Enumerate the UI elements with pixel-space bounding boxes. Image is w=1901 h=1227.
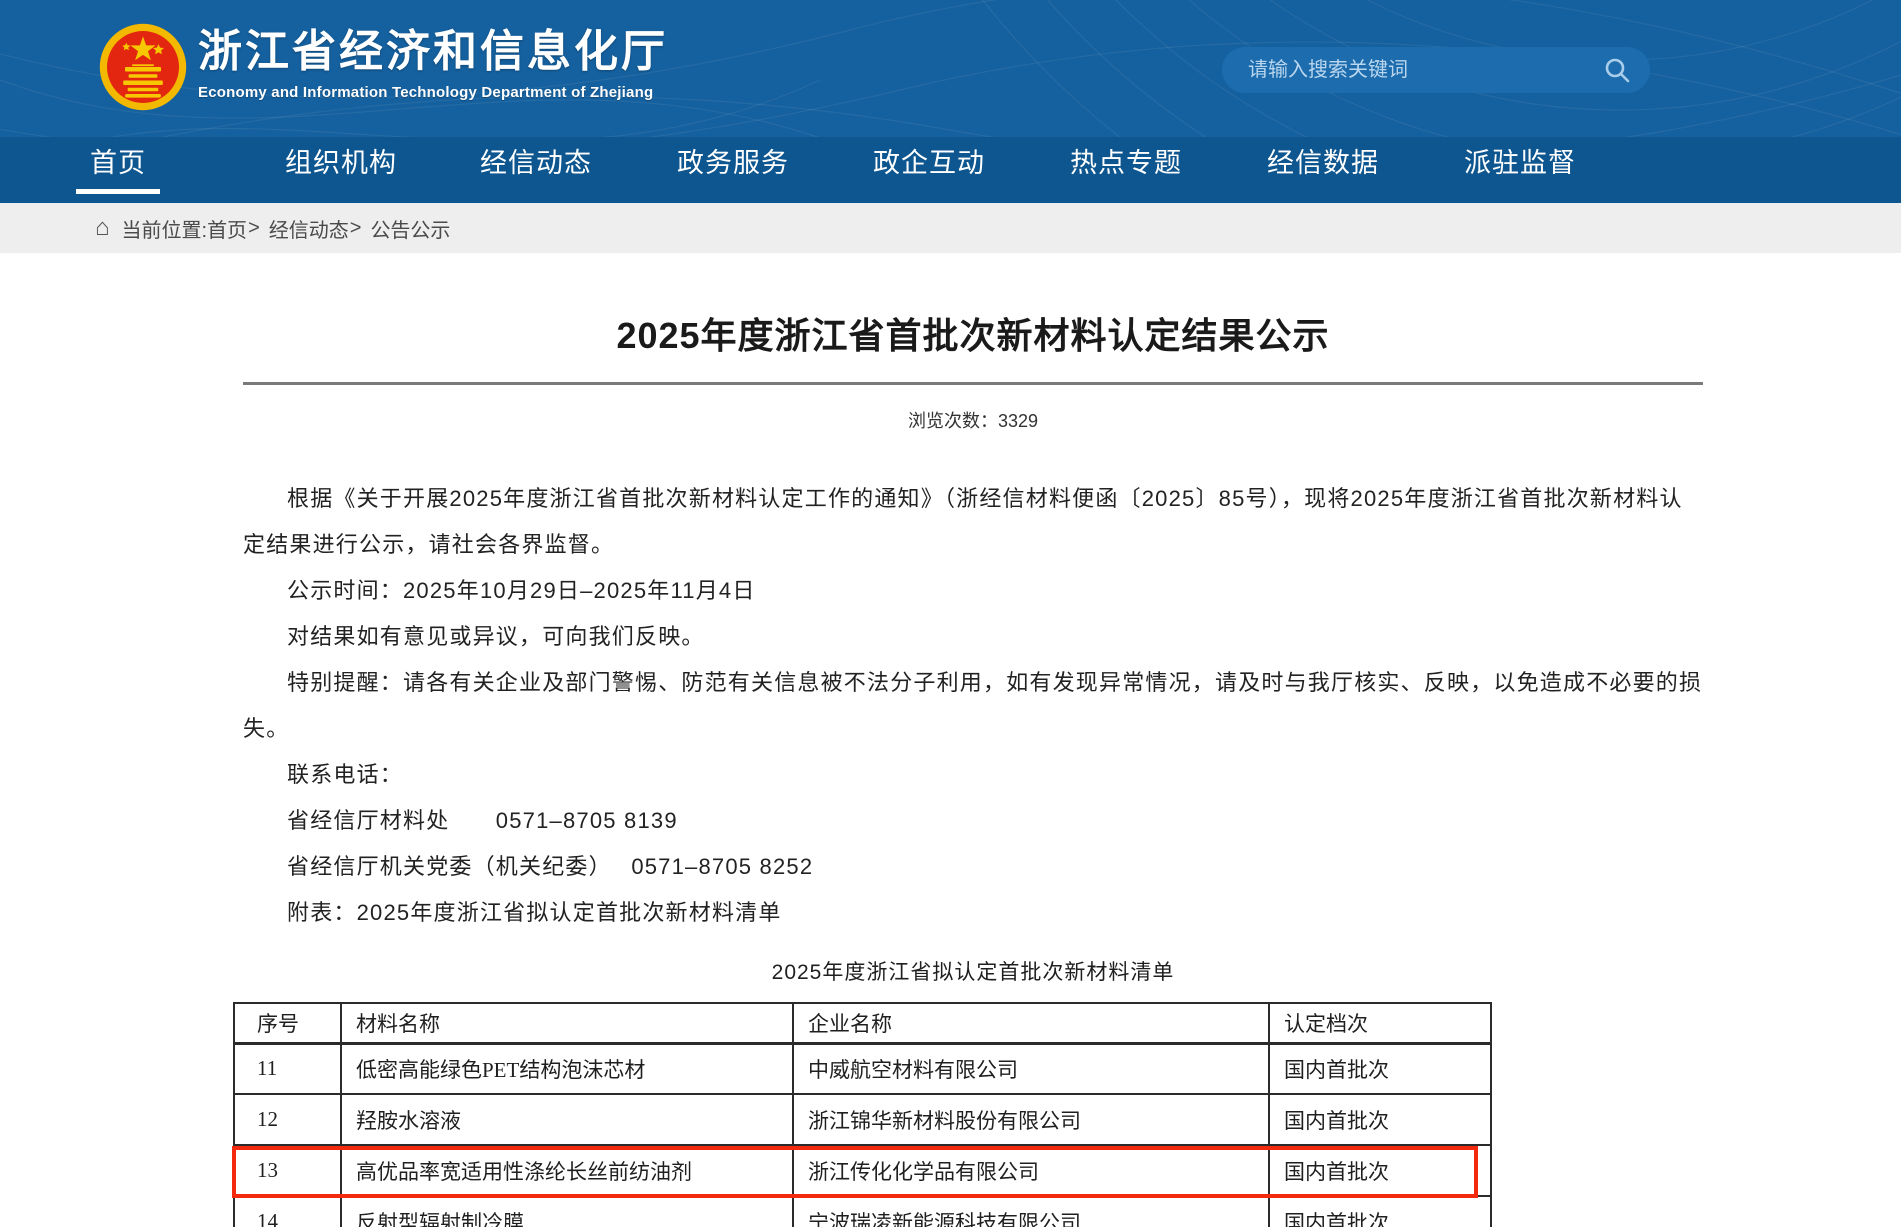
header-company: 企业名称 <box>793 1003 1269 1043</box>
article: 2025年度浙江省首批次新材料认定结果公示 浏览次数：3329 根据《关于开展2… <box>243 307 1703 1227</box>
nav-item-news[interactable]: 经信动态 <box>480 146 592 180</box>
nav-item-interaction[interactable]: 政企互动 <box>873 146 985 180</box>
search-icon[interactable] <box>1604 57 1630 83</box>
cell-company: 浙江锦华新材料股份有限公司 <box>793 1094 1269 1145</box>
breadcrumb-announcements[interactable]: 公告公示 <box>370 214 450 243</box>
national-emblem-logo <box>98 22 188 112</box>
cell-material: 高优品率宽适用性涤纶长丝前纺油剂 <box>341 1145 793 1196</box>
cell-company: 宁波瑞凌新能源科技有限公司 <box>793 1196 1269 1227</box>
table-header-row: 序号 材料名称 企业名称 认定档次 <box>234 1003 1491 1043</box>
site-banner: 浙江省经济和信息化厅 Economy and Information Techn… <box>0 0 1901 203</box>
cell-no: 12 <box>234 1094 341 1145</box>
breadcrumb-separator: > <box>350 217 362 240</box>
breadcrumb-separator: > <box>248 217 260 240</box>
site-header: 浙江省经济和信息化厅 Economy and Information Techn… <box>0 0 1901 137</box>
page: 浙江省经济和信息化厅 Economy and Information Techn… <box>0 0 1901 1227</box>
cell-no: 13 <box>234 1145 341 1196</box>
nav-item-data[interactable]: 经信数据 <box>1267 146 1379 180</box>
view-count: 浏览次数：3329 <box>243 407 1703 433</box>
breadcrumb-news[interactable]: 经信动态 <box>269 214 349 243</box>
cell-grade: 国内首批次 <box>1269 1196 1491 1227</box>
paragraph-warning: 特别提醒：请各有关企业及部门警惕、防范有关信息被不法分子利用，如有发现异常情况，… <box>243 660 1703 752</box>
paragraph-period: 公示时间：2025年10月29日–2025年11月4日 <box>243 568 1703 614</box>
cell-grade: 国内首批次 <box>1269 1094 1491 1145</box>
header-no: 序号 <box>234 1003 341 1043</box>
page-title: 2025年度浙江省首批次新材料认定结果公示 <box>243 307 1703 359</box>
cell-no: 14 <box>234 1196 341 1227</box>
header-grade: 认定档次 <box>1269 1003 1491 1043</box>
paragraph-phone-1: 省经信厅材料处 0571–8705 8139 <box>243 798 1703 844</box>
nav-item-home[interactable]: 首页 <box>90 146 146 180</box>
home-icon[interactable]: ⌂ <box>95 216 110 240</box>
paragraph-phone-2: 省经信厅机关党委（机关纪委） 0571–8705 8252 <box>243 844 1703 890</box>
view-count-value: 3329 <box>998 411 1038 431</box>
search-input[interactable] <box>1222 47 1650 93</box>
cell-company: 中威航空材料有限公司 <box>793 1043 1269 1094</box>
nav-item-topics[interactable]: 热点专题 <box>1070 146 1182 180</box>
breadcrumb: ⌂ 当前位置: 首页 > 经信动态 > 公告公示 <box>0 203 1901 253</box>
search-box <box>1222 47 1650 93</box>
table-row: 14 反射型辐射制冷膜 宁波瑞凌新能源科技有限公司 国内首批次 <box>234 1196 1491 1227</box>
cell-material: 羟胺水溶液 <box>341 1094 793 1145</box>
main-nav: 首页 组织机构 经信动态 政务服务 政企互动 热点专题 经信数据 派驻监督 <box>0 137 1901 203</box>
table-caption: 2025年度浙江省拟认定首批次新材料清单 <box>243 954 1703 992</box>
paragraph-basis: 根据《关于开展2025年度浙江省首批次新材料认定工作的通知》（浙经信材料便函〔2… <box>243 476 1703 568</box>
cell-no: 11 <box>234 1043 341 1094</box>
paragraph-annex: 附表：2025年度浙江省拟认定首批次新材料清单 <box>243 890 1703 936</box>
paragraph-feedback: 对结果如有意见或异议，可向我们反映。 <box>243 614 1703 660</box>
table-row: 11 低密高能绿色PET结构泡沫芯材 中威航空材料有限公司 国内首批次 <box>234 1043 1491 1094</box>
title-divider <box>243 382 1703 385</box>
breadcrumb-prefix: 当前位置: <box>122 214 208 243</box>
site-subtitle: Economy and Information Technology Depar… <box>198 84 668 101</box>
table-row-highlighted: 13 高优品率宽适用性涤纶长丝前纺油剂 浙江传化化学品有限公司 国内首批次 <box>234 1145 1491 1196</box>
article-body: 根据《关于开展2025年度浙江省首批次新材料认定工作的通知》（浙经信材料便函〔2… <box>243 476 1703 936</box>
paragraph-contact: 联系电话： <box>243 752 1703 798</box>
cell-company: 浙江传化化学品有限公司 <box>793 1145 1269 1196</box>
nav-item-services[interactable]: 政务服务 <box>677 146 789 180</box>
materials-table-wrapper: 序号 材料名称 企业名称 认定档次 11 低密高能绿色PET结构泡沫芯材 中威航… <box>233 1002 1490 1227</box>
site-title: 浙江省经济和信息化厅 <box>198 26 668 78</box>
cell-material: 低密高能绿色PET结构泡沫芯材 <box>341 1043 793 1094</box>
header-material: 材料名称 <box>341 1003 793 1043</box>
cell-grade: 国内首批次 <box>1269 1145 1491 1196</box>
table-row: 12 羟胺水溶液 浙江锦华新材料股份有限公司 国内首批次 <box>234 1094 1491 1145</box>
cell-material: 反射型辐射制冷膜 <box>341 1196 793 1227</box>
breadcrumb-home[interactable]: 首页 <box>207 214 247 243</box>
nav-item-supervision[interactable]: 派驻监督 <box>1464 146 1576 180</box>
view-count-label: 浏览次数： <box>908 411 998 431</box>
site-title-block: 浙江省经济和信息化厅 Economy and Information Techn… <box>198 26 668 101</box>
nav-item-organization[interactable]: 组织机构 <box>285 146 397 180</box>
materials-table: 序号 材料名称 企业名称 认定档次 11 低密高能绿色PET结构泡沫芯材 中威航… <box>233 1002 1492 1227</box>
cell-grade: 国内首批次 <box>1269 1043 1491 1094</box>
